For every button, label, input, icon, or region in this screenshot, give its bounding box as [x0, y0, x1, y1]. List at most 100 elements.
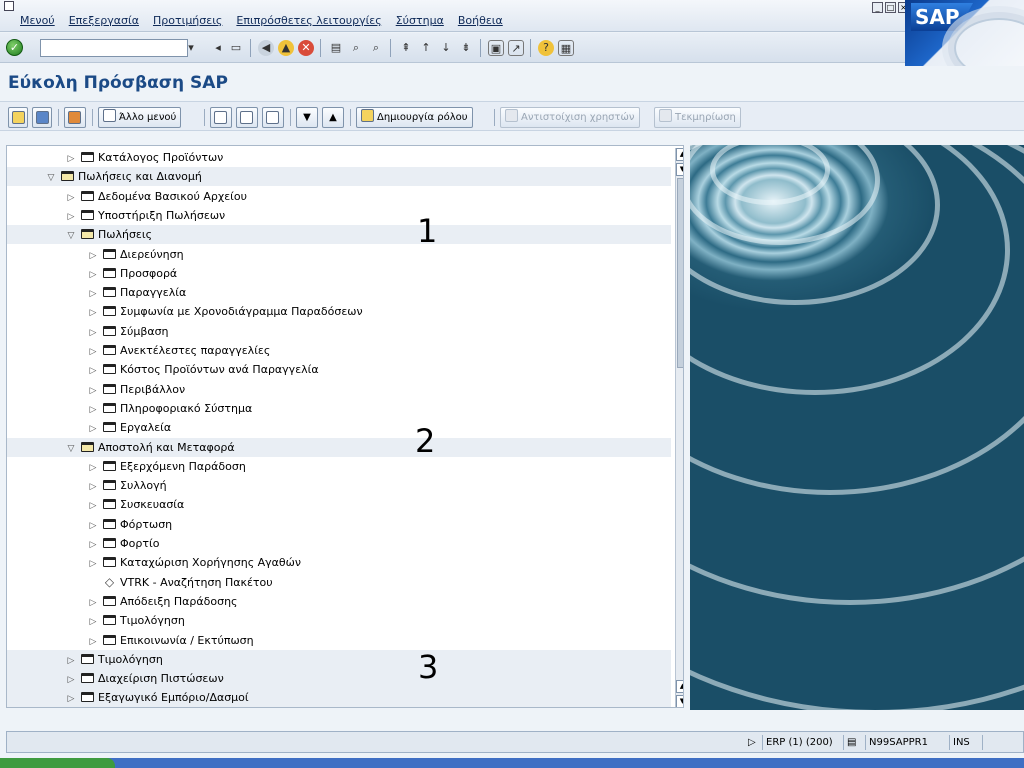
- expand-triangle-icon[interactable]: ▷: [87, 555, 99, 574]
- expand-triangle-icon[interactable]: ▷: [87, 247, 99, 266]
- expand-triangle-icon[interactable]: ▷: [87, 401, 99, 420]
- collapse-triangle-icon[interactable]: ▽: [65, 440, 77, 459]
- tree-folder-item[interactable]: ▷ Διερεύνηση: [7, 245, 671, 264]
- tree-folder-item[interactable]: ▷ Τιμολόγηση: [7, 611, 671, 630]
- tree-folder-item[interactable]: ▷ Φόρτωση: [7, 515, 671, 534]
- expand-triangle-icon[interactable]: ▷: [65, 671, 77, 690]
- expand-triangle-icon[interactable]: ▷: [87, 594, 99, 613]
- expand-triangle-icon[interactable]: ▷: [87, 362, 99, 381]
- create-role-button[interactable]: Δημιουργία ρόλου: [356, 107, 473, 128]
- expand-triangle-icon[interactable]: ▷: [87, 478, 99, 497]
- menu-item-menu[interactable]: Μενού: [20, 14, 55, 27]
- expand-triangle-icon[interactable]: ▷: [87, 497, 99, 516]
- expand-triangle-icon[interactable]: ▷: [87, 343, 99, 362]
- collapse-triangle-icon[interactable]: ▽: [45, 169, 57, 188]
- command-history-icon[interactable]: ▾: [183, 40, 199, 56]
- scroll-down-bottom-icon[interactable]: ▼: [676, 695, 683, 707]
- expand-triangle-icon[interactable]: ▷: [65, 652, 77, 671]
- shortcut-icon[interactable]: ↗: [508, 40, 524, 56]
- expand-triangle-icon[interactable]: ▷: [65, 690, 77, 707]
- collapse-triangle-icon[interactable]: ▽: [65, 227, 77, 246]
- menu-item-extras[interactable]: Επιπρόσθετες λειτουργίες: [236, 14, 381, 27]
- next-page-icon[interactable]: ↓: [438, 40, 454, 56]
- find-icon[interactable]: ⌕: [348, 40, 364, 56]
- tree-folder-item[interactable]: ▷ Απόδειξη Παράδοσης: [7, 592, 671, 611]
- minimize-icon[interactable]: _: [872, 2, 883, 13]
- expand-triangle-icon[interactable]: ▷: [65, 150, 77, 169]
- other-menu-button[interactable]: Άλλο μενού: [98, 107, 182, 128]
- expand-triangle-icon[interactable]: ▷: [87, 536, 99, 555]
- layout-menu-icon[interactable]: ▦: [558, 40, 574, 56]
- status-list-icon[interactable]: ▤: [843, 735, 859, 750]
- back-icon[interactable]: ◀: [258, 40, 274, 56]
- system-menu-icon[interactable]: [4, 1, 14, 11]
- delete-favorite-icon[interactable]: [236, 107, 258, 128]
- move-up-icon[interactable]: ▲: [322, 107, 344, 128]
- previous-page-icon[interactable]: ↑: [418, 40, 434, 56]
- tree-folder-item[interactable]: ▽ Πωλήσεις: [7, 225, 671, 246]
- status-expand-icon[interactable]: ▷: [745, 735, 759, 750]
- tree-folder-item[interactable]: ▷ Εργαλεία: [7, 418, 671, 437]
- back-arrow-icon[interactable]: ◂: [210, 40, 226, 56]
- expand-triangle-icon[interactable]: ▷: [87, 633, 99, 652]
- tree-folder-item[interactable]: ▷ Συσκευασία: [7, 495, 671, 514]
- menu-item-edit[interactable]: Επεξεργασία: [69, 14, 139, 27]
- last-page-icon[interactable]: ⇟: [458, 40, 474, 56]
- tree-folder-item[interactable]: ▽ Πωλήσεις και Διανομή: [7, 167, 671, 188]
- user-menu-icon[interactable]: [32, 107, 52, 128]
- save-icon[interactable]: ▭: [228, 40, 244, 56]
- favorites-icon[interactable]: [8, 107, 28, 128]
- expand-triangle-icon[interactable]: ▷: [65, 208, 77, 227]
- first-page-icon[interactable]: ⇞: [398, 40, 414, 56]
- tree-folder-item[interactable]: ▷ Εξερχόμενη Παράδοση: [7, 457, 671, 476]
- tree-folder-item[interactable]: ▷ Κόστος Προϊόντων ανά Παραγγελία: [7, 360, 671, 379]
- expand-triangle-icon[interactable]: ▷: [87, 420, 99, 439]
- tree-folder-item[interactable]: ▷ Καταχώριση Χορήγησης Αγαθών: [7, 553, 671, 572]
- find-next-icon[interactable]: ⌕: [368, 40, 384, 56]
- move-down-icon[interactable]: ▼: [296, 107, 318, 128]
- edit-pencil-icon[interactable]: [262, 107, 284, 128]
- tree-folder-item[interactable]: ▷ Φορτίο: [7, 534, 671, 553]
- expand-triangle-icon[interactable]: ▷: [87, 517, 99, 536]
- tree-folder-item[interactable]: ▷ Προσφορά: [7, 264, 671, 283]
- tree-scrollbar[interactable]: ▲ ▼ ▲ ▼: [675, 148, 683, 707]
- tree-folder-item[interactable]: ▷ Συλλογή: [7, 476, 671, 495]
- assign-users-button[interactable]: Αντιστοίχιση χρηστών: [500, 107, 640, 128]
- menu-item-system[interactable]: Σύστημα: [396, 14, 444, 27]
- tree-folder-item[interactable]: ▷ Δεδομένα Βασικού Αρχείου: [7, 187, 671, 206]
- expand-triangle-icon[interactable]: ▷: [87, 285, 99, 304]
- maximize-icon[interactable]: □: [885, 2, 896, 13]
- expand-triangle-icon[interactable]: ▷: [87, 304, 99, 323]
- scroll-up-icon[interactable]: ▲: [676, 148, 683, 161]
- menu-item-preferences[interactable]: Προτιμήσεις: [153, 14, 222, 27]
- tree-folder-item[interactable]: ▷ Εξαγωγικό Εμπόριο/Δασμοί: [7, 688, 671, 707]
- documentation-button[interactable]: Τεκμηρίωση: [654, 107, 741, 128]
- help-icon[interactable]: ?: [538, 40, 554, 56]
- tree-folder-item[interactable]: ▷ Πληροφοριακό Σύστημα: [7, 399, 671, 418]
- start-button[interactable]: [0, 758, 115, 768]
- enter-icon[interactable]: ✓: [6, 39, 23, 56]
- tree-folder-item[interactable]: ▷ Παραγγελία: [7, 283, 671, 302]
- expand-triangle-icon[interactable]: ▷: [65, 189, 77, 208]
- cancel-icon[interactable]: ✕: [298, 40, 314, 56]
- expand-triangle-icon[interactable]: ▷: [87, 266, 99, 285]
- menu-item-help[interactable]: Βοήθεια: [458, 14, 503, 27]
- tree-folder-item[interactable]: ▷ Ανεκτέλεστες παραγγελίες: [7, 341, 671, 360]
- exit-icon[interactable]: ▲: [278, 40, 294, 56]
- sap-menu-icon[interactable]: [64, 107, 86, 128]
- tree-folder-item[interactable]: ▷ Περιβάλλον: [7, 380, 671, 399]
- expand-triangle-icon[interactable]: ▷: [87, 459, 99, 478]
- expand-triangle-icon[interactable]: ▷: [87, 382, 99, 401]
- scrollbar-thumb[interactable]: [677, 178, 683, 368]
- tree-transaction-item[interactable]: ◇ VTRK - Αναζήτηση Πακέτου: [7, 573, 671, 592]
- new-session-icon[interactable]: ▣: [488, 40, 504, 56]
- tree-folder-item[interactable]: ▽ Αποστολή και Μεταφορά: [7, 437, 671, 459]
- add-favorite-icon[interactable]: [210, 107, 232, 128]
- expand-triangle-icon[interactable]: ▷: [87, 613, 99, 632]
- tree-folder-item[interactable]: ▷ Σύμβαση: [7, 322, 671, 341]
- tree-folder-item[interactable]: ▷ Συμφωνία με Χρονοδιάγραμμα Παραδόσεων: [7, 302, 671, 321]
- expand-triangle-icon[interactable]: ▷: [87, 324, 99, 343]
- tree-folder-item[interactable]: ▷ Κατάλογος Προϊόντων: [7, 148, 671, 167]
- tree-folder-item[interactable]: ▷ Υποστήριξη Πωλήσεων: [7, 206, 671, 225]
- scroll-up-bottom-icon[interactable]: ▲: [676, 680, 683, 693]
